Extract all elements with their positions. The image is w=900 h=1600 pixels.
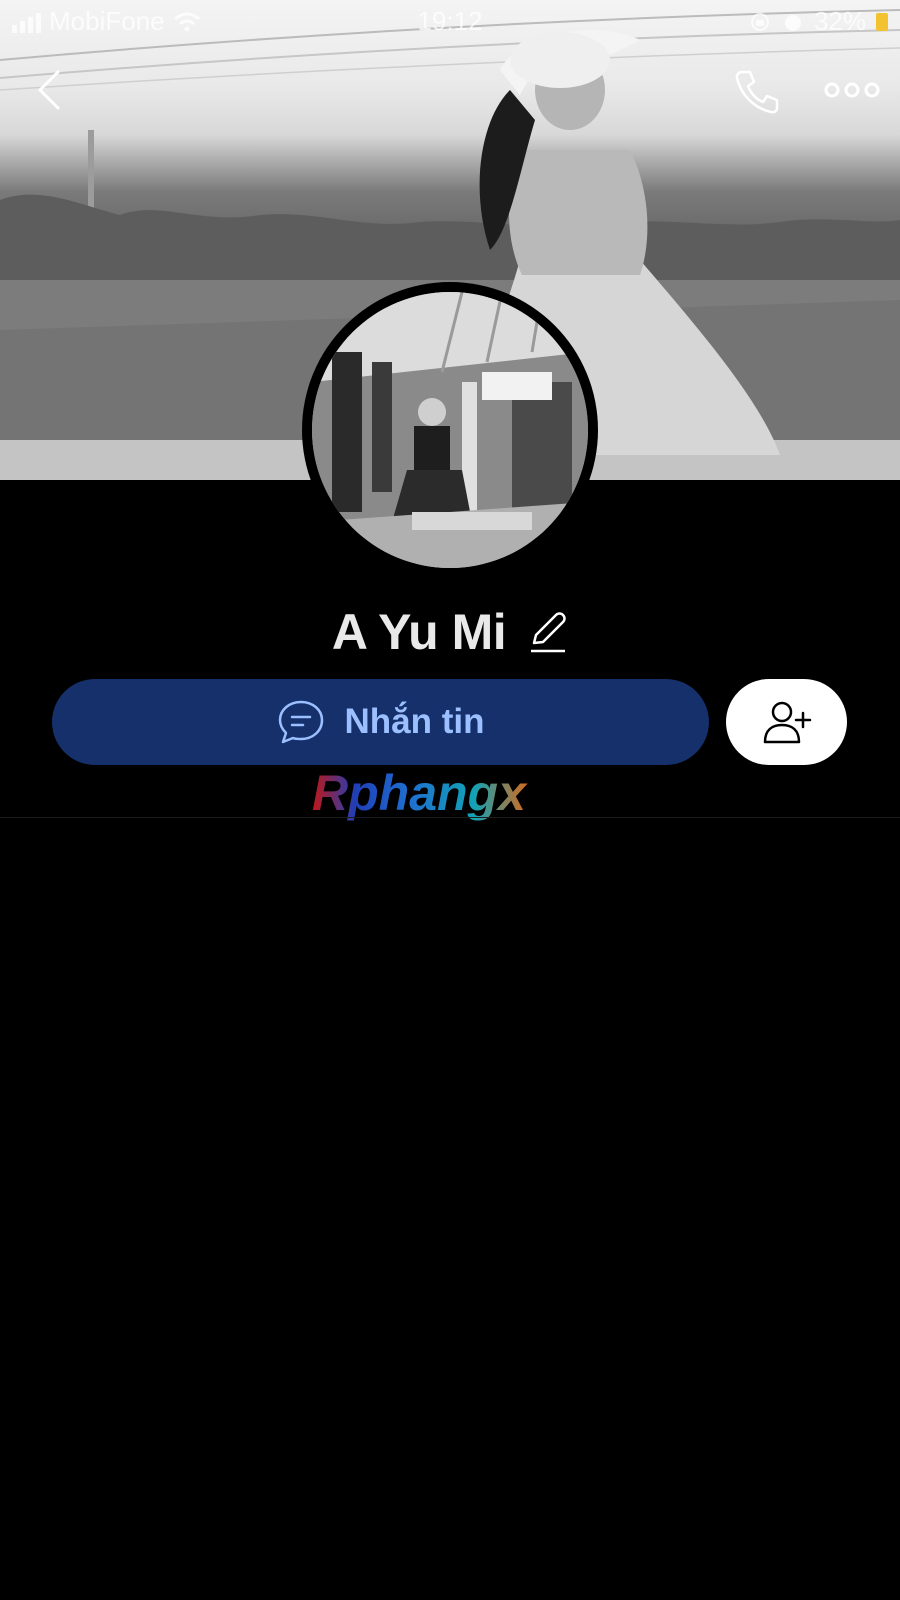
- status-right: 32%: [748, 6, 888, 37]
- avatar-photo-art: [312, 292, 588, 568]
- profile-screen: MobiFone 19:12 32% A Yu Mi Nhắn tin Rpha…: [0, 0, 900, 1600]
- watermark-logo: Rphangx: [312, 766, 528, 821]
- add-user-icon: [763, 701, 811, 744]
- message-button-label: Nhắn tin: [344, 702, 485, 741]
- more-button[interactable]: [822, 76, 882, 104]
- status-bar: MobiFone 19:12 32%: [0, 0, 900, 44]
- status-time: 19:12: [417, 6, 483, 36]
- profile-name-row: A Yu Mi: [0, 602, 900, 662]
- section-divider: [0, 817, 900, 818]
- back-button[interactable]: [28, 68, 72, 112]
- pencil-icon[interactable]: [528, 609, 568, 655]
- rotation-lock-icon: [750, 12, 769, 31]
- message-button[interactable]: Nhắn tin: [52, 679, 709, 765]
- avatar[interactable]: [302, 282, 598, 578]
- avatar-photo: [312, 292, 588, 568]
- call-button[interactable]: [732, 66, 782, 116]
- profile-name: A Yu Mi: [331, 604, 507, 660]
- alarm-icon: [784, 14, 801, 31]
- add-friend-button[interactable]: [726, 679, 847, 765]
- battery-icon: [876, 12, 888, 31]
- battery-percent: 32%: [813, 6, 866, 36]
- chevron-left-icon: [38, 70, 60, 110]
- chat-bubble-icon: [278, 700, 323, 744]
- watermark-text: Rphangx: [312, 766, 528, 821]
- phone-icon: [735, 70, 779, 114]
- more-horizontal-icon: [824, 82, 880, 98]
